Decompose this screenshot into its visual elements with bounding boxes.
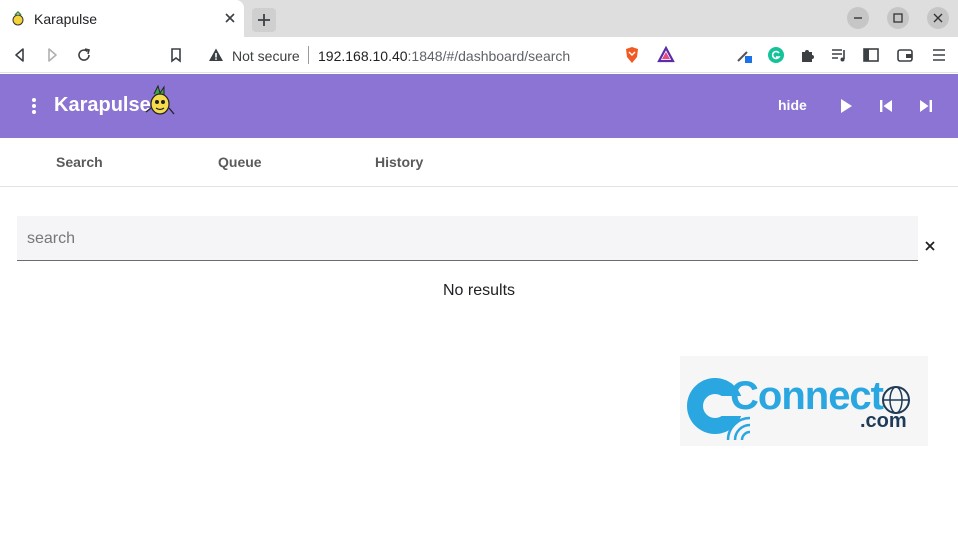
back-icon[interactable]: [11, 46, 29, 64]
address-bar[interactable]: Not secure 192.168.10.40:1848/#/dashboar…: [196, 40, 614, 70]
new-tab-button[interactable]: [252, 8, 276, 32]
watermark-logo: Connect .com: [680, 356, 928, 446]
media-playlist-icon[interactable]: [830, 46, 848, 64]
close-window-icon: [933, 13, 943, 23]
maximize-icon: [893, 13, 903, 23]
wallet-icon[interactable]: [896, 46, 914, 64]
maximize-window-button[interactable]: [887, 7, 909, 29]
app-tabs: Search Queue History: [0, 138, 958, 187]
tab-queue[interactable]: Queue: [218, 154, 262, 170]
sidebar-icon[interactable]: [862, 46, 880, 64]
browser-tab-strip: Karapulse: [0, 0, 958, 37]
close-icon[interactable]: [923, 239, 937, 253]
tab-history[interactable]: History: [375, 154, 423, 170]
karapulse-favicon-icon: [12, 11, 24, 26]
skip-previous-icon[interactable]: [876, 96, 896, 116]
url-text: 192.168.10.40:1848/#/dashboard/search: [318, 48, 570, 64]
minimize-window-button[interactable]: [847, 7, 869, 29]
extensions-icon[interactable]: [798, 46, 816, 64]
watermark-suffix: .com: [860, 410, 907, 432]
more-vert-icon[interactable]: [25, 96, 43, 116]
forward-icon[interactable]: [43, 46, 61, 64]
tab-search[interactable]: Search: [56, 154, 103, 170]
warning-icon[interactable]: [208, 47, 224, 63]
search-input[interactable]: [17, 216, 918, 260]
search-field: [17, 216, 918, 261]
browser-tab-title: Karapulse: [34, 11, 98, 27]
brave-shields-icon[interactable]: [623, 46, 641, 64]
bookmark-icon[interactable]: [167, 46, 185, 64]
browser-toolbar: Not secure 192.168.10.40:1848/#/dashboar…: [0, 37, 958, 73]
plus-icon: [258, 14, 270, 26]
url-path: :1848/#/dashboard/search: [407, 48, 571, 64]
no-results-message: No results: [442, 282, 516, 299]
browser-tab[interactable]: Karapulse: [0, 0, 244, 37]
color-picker-extension-icon[interactable]: [735, 46, 753, 64]
app-header: Karapulse hide: [0, 74, 958, 138]
url-host: 192.168.10.40: [318, 48, 408, 64]
hide-button[interactable]: hide: [778, 97, 807, 113]
grammarly-icon[interactable]: [767, 46, 785, 64]
url-separator: [308, 46, 309, 64]
brave-rewards-icon[interactable]: [657, 46, 675, 64]
skip-next-icon[interactable]: [916, 96, 936, 116]
not-secure-label: Not secure: [232, 48, 300, 64]
browser-menu-icon[interactable]: [930, 46, 948, 64]
close-window-button[interactable]: [927, 7, 949, 29]
play-icon[interactable]: [836, 96, 856, 116]
minimize-icon: [854, 17, 862, 19]
reload-icon[interactable]: [75, 46, 93, 64]
karapulse-logo-icon: [145, 84, 175, 115]
close-tab-icon[interactable]: [222, 10, 238, 26]
app-title: Karapulse: [54, 94, 151, 116]
